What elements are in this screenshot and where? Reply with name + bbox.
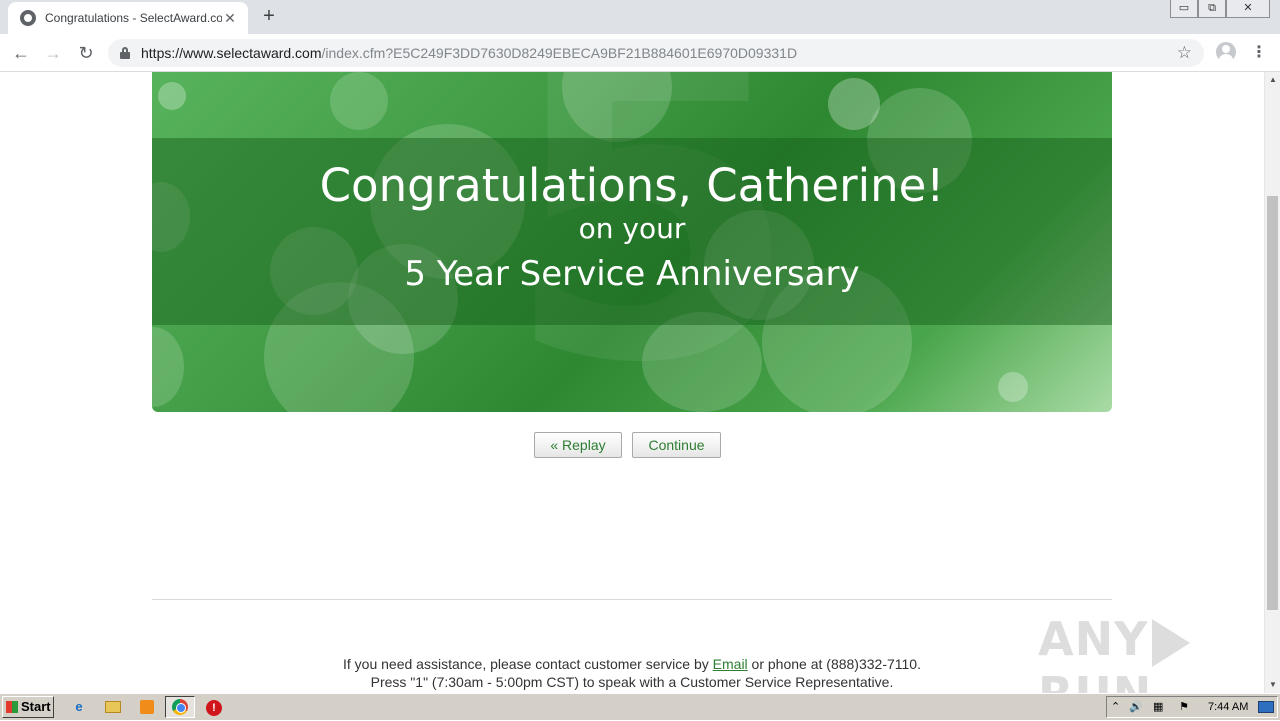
support-text: If you need assistance, please contact c… <box>343 656 713 672</box>
reload-button[interactable]: ↻ <box>73 40 99 66</box>
bokeh-bubble <box>642 312 762 412</box>
congratulations-banner: 5 Congratulations, Catherine! on your 5 … <box>152 72 1112 412</box>
tab-title: Congratulations - SelectAward.com <box>45 11 222 25</box>
anyrun-watermark: ANYRUN <box>1038 612 1264 693</box>
subline-text: on your <box>578 212 686 245</box>
windows-taskbar: Start e ! ⌃ 🔊 ▦ ⚑ 7:44 AM <box>0 693 1280 720</box>
new-tab-button[interactable]: + <box>258 6 280 28</box>
phone-text: or phone at (888)332-7110. <box>747 656 921 672</box>
tab-close-icon[interactable]: ✕ <box>222 10 238 26</box>
support-line-1: If you need assistance, please contact c… <box>152 655 1112 673</box>
file-explorer-icon[interactable] <box>98 696 128 718</box>
footer-divider <box>152 599 1112 600</box>
tray-expand-icon[interactable]: ⌃ <box>1111 697 1120 717</box>
congratulations-headline: Congratulations, Catherine! <box>319 159 945 212</box>
action-center-flag-icon[interactable]: ⚑ <box>1179 697 1189 717</box>
bokeh-bubble <box>330 72 388 130</box>
support-footer: If you need assistance, please contact c… <box>152 655 1112 691</box>
chrome-taskbar-icon[interactable] <box>165 696 195 718</box>
bookmark-star-icon[interactable]: ☆ <box>1177 43 1192 63</box>
email-link[interactable]: Email <box>713 656 748 672</box>
browser-menu-icon[interactable]: ⋮ <box>1250 42 1268 64</box>
system-tray: ⌃ 🔊 ▦ ⚑ 7:44 AM <box>1106 696 1278 718</box>
action-buttons: « Replay Continue <box>534 432 721 458</box>
clock[interactable]: 7:44 AM <box>1208 697 1248 717</box>
restore-button[interactable]: ⧉ <box>1198 0 1226 18</box>
browser-tab[interactable]: Congratulations - SelectAward.com ✕ <box>8 2 248 34</box>
profile-avatar-icon[interactable] <box>1216 42 1236 62</box>
window-controls: ▭ ⧉ ✕ <box>1170 0 1270 18</box>
replay-button[interactable]: « Replay <box>534 432 622 458</box>
start-button[interactable]: Start <box>2 696 54 718</box>
bokeh-bubble <box>998 372 1028 402</box>
url-host: https://www.selectaward.com <box>141 45 322 61</box>
start-label: Start <box>21 699 51 714</box>
speaker-icon[interactable]: 🔊 <box>1129 697 1143 717</box>
page-scrollbar[interactable]: ▲ ▼ <box>1264 72 1280 693</box>
address-bar[interactable]: https://www.selectaward.com/index.cfm?E5… <box>108 39 1204 67</box>
network-icon[interactable]: ▦ <box>1153 697 1163 717</box>
page-viewport: 5 Congratulations, Catherine! on your 5 … <box>0 72 1264 693</box>
message-band: Congratulations, Catherine! on your 5 Ye… <box>152 138 1112 325</box>
scroll-up-icon[interactable]: ▲ <box>1265 72 1280 88</box>
window-close-button[interactable]: ✕ <box>1226 0 1270 18</box>
play-icon <box>1152 618 1191 667</box>
minimize-button[interactable]: ▭ <box>1170 0 1198 18</box>
back-button[interactable]: ← <box>8 40 34 66</box>
windows-logo-icon <box>6 701 18 713</box>
continue-button[interactable]: Continue <box>632 432 721 458</box>
url-path: /index.cfm?E5C249F3DD7630D8249EBECA9BF21… <box>321 45 798 61</box>
browser-titlebar: Congratulations - SelectAward.com ✕ + ▭ … <box>0 0 1280 34</box>
bokeh-bubble <box>152 327 184 407</box>
url-text[interactable]: https://www.selectaward.com/index.cfm?E5… <box>141 45 797 61</box>
globe-icon <box>20 10 36 26</box>
media-player-icon[interactable] <box>132 696 162 718</box>
scroll-thumb[interactable] <box>1267 196 1278 610</box>
lock-icon <box>120 47 130 59</box>
scroll-down-icon[interactable]: ▼ <box>1265 677 1280 693</box>
forward-button[interactable]: → <box>40 40 66 66</box>
internet-explorer-icon[interactable]: e <box>64 696 94 718</box>
stop-app-icon[interactable]: ! <box>199 696 229 718</box>
anniversary-text: 5 Year Service Anniversary <box>404 254 860 294</box>
bokeh-bubble <box>158 82 186 110</box>
support-line-2: Press "1" (7:30am - 5:00pm CST) to speak… <box>370 674 894 690</box>
browser-toolbar: ← → ↻ https://www.selectaward.com/index.… <box>0 34 1280 72</box>
show-desktop-icon[interactable] <box>1258 701 1274 713</box>
